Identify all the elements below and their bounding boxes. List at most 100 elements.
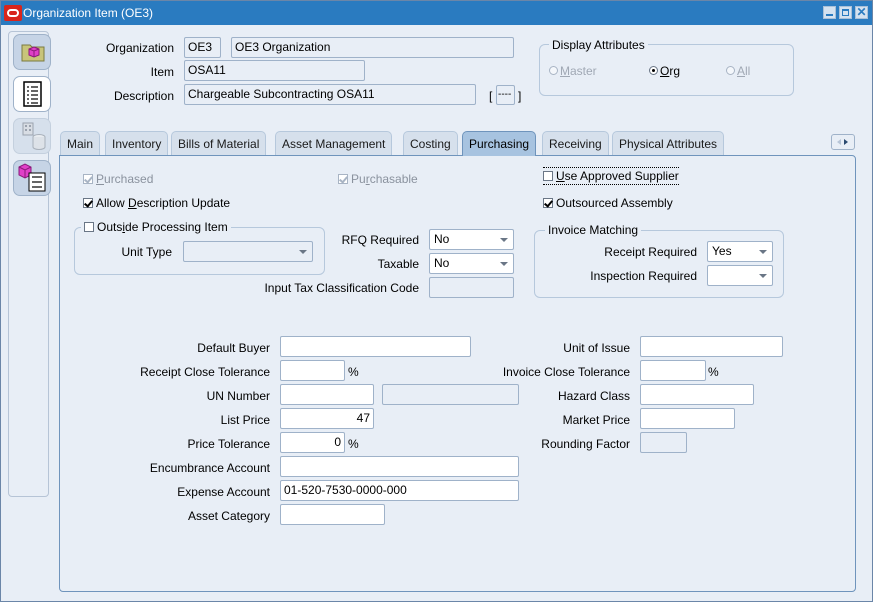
taxable-label: Taxable bbox=[377, 257, 419, 271]
rounding-factor-label: Rounding Factor bbox=[541, 437, 630, 451]
purchasable-checkbox: Purchasable bbox=[338, 172, 418, 186]
hazard-class-field[interactable] bbox=[640, 384, 754, 405]
tab-receiving[interactable]: Receiving bbox=[542, 131, 609, 155]
inspection-required-label: Inspection Required bbox=[590, 269, 697, 283]
chevron-down-icon bbox=[759, 274, 767, 278]
tab-physical-attributes[interactable]: Physical Attributes bbox=[612, 131, 725, 155]
input-tax-classification-code-field[interactable] bbox=[429, 277, 514, 298]
un-number-field[interactable] bbox=[280, 384, 374, 405]
radio-all-dot bbox=[726, 66, 735, 75]
tab-bills-of-material[interactable]: Bills of Material bbox=[171, 131, 267, 155]
rfq-required-select[interactable]: No bbox=[429, 229, 514, 250]
unit-type-label: Unit Type bbox=[121, 245, 172, 259]
sidebar-item-categories[interactable] bbox=[13, 160, 51, 196]
radio-org-dot bbox=[649, 66, 658, 75]
receipt-close-tolerance-label: Receipt Close Tolerance bbox=[140, 365, 270, 379]
chevron-down-icon bbox=[500, 262, 508, 266]
market-price-field[interactable] bbox=[640, 408, 735, 429]
price-tolerance-label: Price Tolerance bbox=[187, 437, 271, 451]
chevron-down-icon bbox=[299, 250, 307, 254]
toolbar-sidebar bbox=[8, 31, 51, 497]
asset-category-label: Asset Category bbox=[187, 509, 270, 523]
invoice-matching-title: Invoice Matching bbox=[545, 223, 642, 237]
purchased-checkbox-box bbox=[83, 174, 93, 184]
building-cylinder-icon bbox=[22, 122, 46, 150]
invoice-close-tolerance-unit: % bbox=[708, 365, 719, 379]
default-buyer-field[interactable] bbox=[280, 336, 471, 357]
unit-of-issue-label: Unit of Issue bbox=[563, 341, 630, 355]
sidebar-item-master-organization bbox=[13, 118, 51, 154]
allow-description-update-checkbox[interactable]: Allow Description Update bbox=[83, 196, 230, 210]
item-field[interactable]: OSA11 bbox=[184, 60, 365, 81]
encumbrance-account-label: Encumbrance Account bbox=[149, 461, 270, 475]
close-button[interactable]: ✕ bbox=[855, 6, 868, 19]
tab-main[interactable]: Main bbox=[60, 131, 101, 155]
outside-processing-item-checkbox[interactable]: Outside Processing Item bbox=[81, 220, 231, 234]
list-price-field[interactable]: 47 bbox=[280, 408, 374, 429]
inspection-required-select[interactable] bbox=[707, 265, 773, 286]
price-tolerance-unit: % bbox=[348, 437, 359, 451]
purchasable-checkbox-box bbox=[338, 174, 348, 184]
un-number-label: UN Number bbox=[206, 389, 270, 403]
radio-org[interactable]: Org bbox=[649, 64, 680, 78]
outsourced-assembly-checkbox-box bbox=[543, 198, 553, 208]
use-approved-supplier-checkbox[interactable]: Use Approved Supplier bbox=[543, 167, 679, 185]
list-document-icon bbox=[23, 81, 42, 107]
chevron-down-icon bbox=[500, 238, 508, 242]
market-price-label: Market Price bbox=[562, 413, 630, 427]
organization-item-window: Organization Item (OE3) ✕ Organization O… bbox=[0, 0, 873, 602]
radio-all: All bbox=[726, 64, 750, 78]
radio-master: Master bbox=[549, 64, 597, 78]
folder-cube-icon bbox=[21, 44, 45, 62]
expense-account-label: Expense Account bbox=[177, 485, 270, 499]
asset-category-field[interactable] bbox=[280, 504, 385, 525]
tab-inventory[interactable]: Inventory bbox=[105, 131, 169, 155]
expense-account-field[interactable]: 01-520-7530-0000-000 bbox=[280, 480, 519, 501]
receipt-required-select[interactable]: Yes bbox=[707, 241, 773, 262]
chevron-down-icon bbox=[759, 250, 767, 254]
receipt-close-tolerance-field[interactable] bbox=[280, 360, 345, 381]
receipt-close-tolerance-unit: % bbox=[348, 365, 359, 379]
rounding-factor-field[interactable] bbox=[640, 432, 687, 453]
unit-of-issue-field[interactable] bbox=[640, 336, 783, 357]
outside-processing-item-checkbox-box bbox=[84, 222, 94, 232]
default-buyer-label: Default Buyer bbox=[197, 341, 270, 355]
taxable-select[interactable]: No bbox=[429, 253, 514, 274]
organization-label: Organization bbox=[105, 41, 174, 55]
window-title: Organization Item (OE3) bbox=[23, 6, 154, 20]
hazard-class-label: Hazard Class bbox=[557, 389, 630, 403]
sidebar-item-organization[interactable] bbox=[13, 34, 51, 70]
descriptive-flexfield[interactable]: ---- bbox=[496, 85, 515, 105]
allow-description-update-checkbox-box bbox=[83, 198, 93, 208]
tab-purchasing[interactable]: Purchasing bbox=[462, 131, 537, 156]
invoice-close-tolerance-field[interactable] bbox=[640, 360, 706, 381]
oracle-logo-icon bbox=[4, 5, 22, 21]
item-label: Item bbox=[150, 65, 174, 79]
outsourced-assembly-checkbox[interactable]: Outsourced Assembly bbox=[543, 196, 673, 210]
list-price-label: List Price bbox=[220, 413, 270, 427]
price-tolerance-field[interactable]: 0 bbox=[280, 432, 345, 453]
unit-type-select[interactable] bbox=[183, 241, 313, 262]
tab-asset-management[interactable]: Asset Management bbox=[275, 131, 393, 155]
rfq-required-label: RFQ Required bbox=[341, 233, 419, 247]
organization-code-field[interactable]: OE3 bbox=[184, 37, 221, 58]
maximize-button[interactable] bbox=[839, 6, 852, 19]
encumbrance-account-field[interactable] bbox=[280, 456, 519, 477]
display-attributes-title: Display Attributes bbox=[549, 38, 648, 52]
flex-close-bracket: ] bbox=[518, 89, 522, 103]
description-label: Description bbox=[113, 89, 174, 103]
radio-master-dot bbox=[549, 66, 558, 75]
flex-open-bracket: [ bbox=[489, 89, 493, 103]
tab-costing[interactable]: Costing bbox=[403, 131, 458, 155]
organization-name-field[interactable]: OE3 Organization bbox=[231, 37, 514, 58]
input-tax-classification-code-label: Input Tax Classification Code bbox=[264, 281, 419, 295]
title-bar: Organization Item (OE3) ✕ bbox=[1, 1, 872, 25]
minimize-button[interactable] bbox=[823, 6, 836, 19]
sidebar-item-attributes[interactable] bbox=[13, 76, 51, 112]
receipt-required-label: Receipt Required bbox=[604, 245, 697, 259]
use-approved-supplier-checkbox-box bbox=[543, 171, 553, 181]
description-field[interactable]: Chargeable Subcontracting OSA11 bbox=[184, 84, 476, 105]
tab-scroll-button[interactable] bbox=[831, 134, 855, 150]
invoice-close-tolerance-label: Invoice Close Tolerance bbox=[502, 365, 630, 379]
purchased-checkbox: Purchased bbox=[83, 172, 153, 186]
